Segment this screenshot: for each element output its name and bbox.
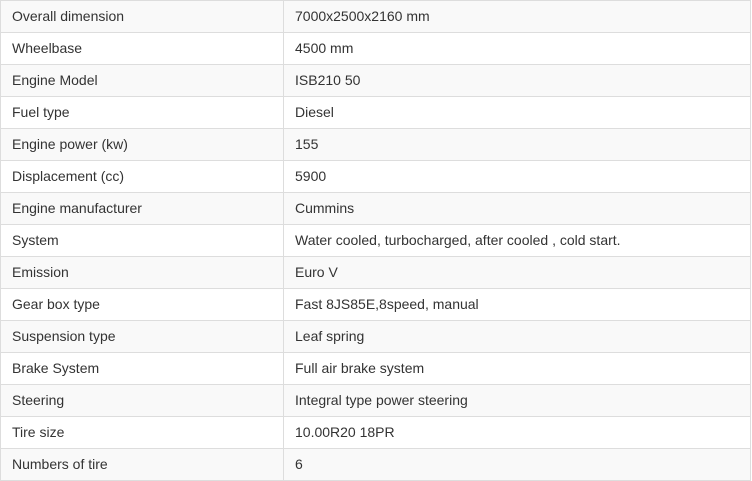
spec-label: Gear box type <box>0 288 284 321</box>
spec-value: 10.00R20 18PR <box>283 416 751 449</box>
spec-label: Engine power (kw) <box>0 128 284 161</box>
spec-label: Wheelbase <box>0 32 284 65</box>
spec-value: 5900 <box>283 160 751 193</box>
spec-label: Suspension type <box>0 320 284 353</box>
spec-label: Steering <box>0 384 284 417</box>
table-row: Overall dimension 7000x2500x2160 mm <box>0 0 751 33</box>
spec-value: 4500 mm <box>283 32 751 65</box>
table-row: Displacement (cc) 5900 <box>0 160 751 193</box>
spec-value: Diesel <box>283 96 751 129</box>
spec-label: Brake System <box>0 352 284 385</box>
spec-table: Overall dimension 7000x2500x2160 mm Whee… <box>0 0 751 481</box>
spec-value: Full air brake system <box>283 352 751 385</box>
table-row: Wheelbase 4500 mm <box>0 32 751 65</box>
table-row: Engine manufacturer Cummins <box>0 192 751 225</box>
spec-value: 6 <box>283 448 751 481</box>
spec-label: System <box>0 224 284 257</box>
table-row: Emission Euro V <box>0 256 751 289</box>
table-row: Steering Integral type power steering <box>0 384 751 417</box>
spec-value: Euro V <box>283 256 751 289</box>
table-row: System Water cooled, turbocharged, after… <box>0 224 751 257</box>
spec-value: 7000x2500x2160 mm <box>283 0 751 33</box>
spec-label: Displacement (cc) <box>0 160 284 193</box>
spec-label: Numbers of tire <box>0 448 284 481</box>
spec-value: Cummins <box>283 192 751 225</box>
table-row: Engine Model ISB210 50 <box>0 64 751 97</box>
spec-label: Fuel type <box>0 96 284 129</box>
table-row: Tire size 10.00R20 18PR <box>0 416 751 449</box>
spec-value: Fast 8JS85E,8speed, manual <box>283 288 751 321</box>
spec-label: Emission <box>0 256 284 289</box>
spec-value: Water cooled, turbocharged, after cooled… <box>283 224 751 257</box>
spec-label: Overall dimension <box>0 0 284 33</box>
spec-value: Integral type power steering <box>283 384 751 417</box>
table-row: Gear box type Fast 8JS85E,8speed, manual <box>0 288 751 321</box>
table-row: Suspension type Leaf spring <box>0 320 751 353</box>
table-row: Brake System Full air brake system <box>0 352 751 385</box>
table-row: Engine power (kw) 155 <box>0 128 751 161</box>
spec-label: Tire size <box>0 416 284 449</box>
spec-table-body: Overall dimension 7000x2500x2160 mm Whee… <box>0 0 751 481</box>
table-row: Numbers of tire 6 <box>0 448 751 481</box>
table-row: Fuel type Diesel <box>0 96 751 129</box>
spec-value: 155 <box>283 128 751 161</box>
spec-value: Leaf spring <box>283 320 751 353</box>
spec-label: Engine Model <box>0 64 284 97</box>
spec-value: ISB210 50 <box>283 64 751 97</box>
spec-label: Engine manufacturer <box>0 192 284 225</box>
